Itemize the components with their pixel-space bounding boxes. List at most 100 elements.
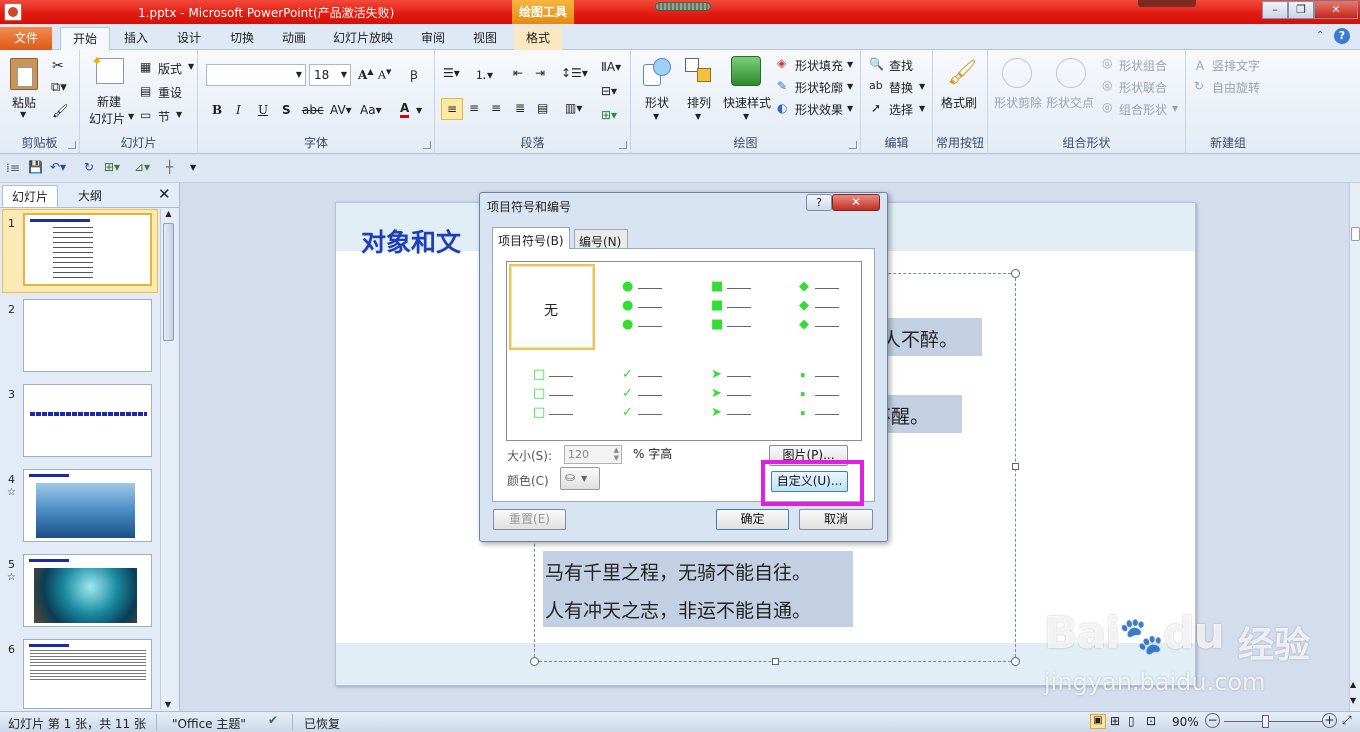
strikethrough-icon[interactable]: abc — [302, 103, 324, 117]
select-button[interactable]: 选择 — [889, 101, 913, 118]
bullet-option-hollow-square[interactable]: □ □ □ — [509, 352, 597, 440]
align-center-icon[interactable]: ≡ — [469, 101, 479, 115]
spellcheck-icon[interactable]: ✔ — [268, 713, 278, 727]
color-picker-button[interactable]: ⛀ ▼ — [560, 467, 600, 490]
section-button[interactable]: 节 — [158, 108, 170, 125]
zoom-out-icon[interactable]: − — [1205, 713, 1220, 728]
drawing-launcher-icon[interactable] — [849, 141, 857, 149]
dialog-help-button[interactable]: ? — [806, 194, 832, 211]
smartart-icon[interactable]: ⊞▾ — [601, 108, 617, 122]
slides-pane-scrollbar[interactable]: ▲ ▼ — [160, 209, 176, 709]
underline-icon[interactable]: U — [258, 103, 268, 117]
next-slide-icon[interactable]: ▼ — [1350, 696, 1356, 705]
paste-button[interactable]: 粘贴 — [12, 94, 36, 111]
tab-insert[interactable]: 插入 — [112, 27, 160, 50]
size-input[interactable]: 120 ▲ ▼ — [564, 445, 622, 464]
free-rotate-button[interactable]: 自由旋转 — [1212, 79, 1260, 96]
dialog-close-button[interactable]: ✕ — [832, 194, 880, 211]
paste-dropdown-icon[interactable]: ▼ — [20, 110, 26, 119]
intersect-shape-button[interactable]: 形状交点 — [1046, 94, 1094, 111]
resize-handle-b[interactable] — [772, 658, 779, 665]
tab-file[interactable]: 文件 — [0, 27, 52, 50]
fit-slide-icon[interactable]: ⤢ — [1342, 713, 1352, 728]
shape-fill-dropdown-icon[interactable]: ▼ — [847, 60, 853, 69]
resize-handle-r[interactable] — [1012, 463, 1019, 470]
qat-shape-icon[interactable]: ⊞▾ — [104, 160, 120, 174]
select-dropdown-icon[interactable]: ▼ — [919, 104, 925, 113]
tab-transitions[interactable]: 切换 — [218, 27, 266, 50]
format-copy-icon[interactable]: 🖌 — [52, 104, 69, 119]
slideshow-view-icon[interactable]: ⊡ — [1146, 714, 1156, 728]
new-slide-dropdown-icon[interactable]: ▼ — [128, 112, 134, 121]
scroll-up-icon[interactable]: ▲ — [161, 209, 176, 218]
cancel-button[interactable]: 取消 — [799, 509, 873, 530]
subtract-shape-button[interactable]: 形状剪除 — [994, 94, 1042, 111]
reading-view-icon[interactable]: ▯ — [1128, 714, 1135, 728]
increase-indent-icon[interactable]: ⇥ — [535, 66, 545, 80]
justify-icon[interactable]: ≣ — [515, 101, 525, 115]
shape-outline-button[interactable]: 形状轮廓 — [795, 79, 843, 96]
tab-view[interactable]: 视图 — [461, 27, 509, 50]
reset-button[interactable]: 重置(E) — [493, 509, 566, 530]
combine-shape-button[interactable]: 形状联合 — [1119, 79, 1167, 96]
layout-button[interactable]: 版式 — [158, 60, 182, 77]
tab-review[interactable]: 审阅 — [409, 27, 457, 50]
resize-handle-br[interactable] — [1011, 657, 1020, 666]
resize-handle-bl[interactable] — [530, 657, 539, 666]
minimize-button[interactable]: – — [1262, 1, 1288, 19]
vertical-text-button[interactable]: 竖排文字 — [1212, 57, 1260, 74]
shape-fill-button[interactable]: 形状填充 — [795, 57, 843, 74]
copy-icon[interactable]: ⧉▾ — [51, 80, 67, 95]
cut-icon[interactable]: ✂ — [52, 58, 64, 74]
arrange-button[interactable]: 排列 — [687, 94, 711, 111]
shape-effects-button[interactable]: 形状效果 — [795, 101, 843, 118]
text-direction-icon[interactable]: ⅡA▾ — [601, 60, 621, 74]
line-spacing-icon[interactable]: ↕☰▾ — [561, 66, 588, 80]
slide-thumbnail-3[interactable] — [23, 384, 152, 457]
columns-icon[interactable]: ▥▾ — [565, 101, 582, 115]
qat-align-icon[interactable]: ┼ — [166, 160, 173, 174]
tab-home[interactable]: 开始 — [60, 27, 111, 50]
bullet-option-small-dot[interactable]: · · · — [775, 352, 863, 440]
decrease-indent-icon[interactable]: ⇤ — [513, 66, 523, 80]
scroll-down-icon[interactable]: ▼ — [161, 700, 175, 709]
slide-thumbnail-2[interactable] — [23, 299, 152, 372]
close-button[interactable]: ✕ — [1314, 1, 1358, 19]
quick-styles-icon[interactable] — [731, 56, 761, 86]
qat-customize-icon[interactable]: ▼ — [190, 163, 196, 172]
undo-icon[interactable]: ↶▾ — [50, 160, 66, 174]
bullet-option-none[interactable]: 无 — [509, 264, 595, 350]
theme-status[interactable]: "Office 主题" — [172, 715, 246, 732]
slide-thumbnail-4[interactable] — [23, 469, 152, 542]
shapes-dropdown-icon[interactable]: ▼ — [653, 112, 659, 121]
quick-styles-button[interactable]: 快速样式 — [723, 94, 771, 111]
fragment-shape-button[interactable]: 组合形状 — [1119, 101, 1167, 118]
slide-title[interactable]: 对象和文 — [361, 223, 461, 259]
new-slide-icon[interactable]: ✦ — [91, 54, 124, 84]
format-painter-button[interactable]: 格式刷 — [941, 94, 977, 111]
ppt-app-icon[interactable] — [4, 3, 22, 21]
zoom-slider[interactable] — [1224, 721, 1322, 722]
bullet-option-diamond[interactable]: ◆ ◆ ◆ — [775, 264, 863, 352]
bold-icon[interactable]: B — [212, 103, 222, 117]
shapes-button[interactable]: 形状 — [645, 94, 669, 111]
zoom-slider-thumb[interactable] — [1262, 715, 1269, 728]
find-button[interactable]: 查找 — [889, 57, 913, 74]
qat-select-icon[interactable]: ⊿▾ — [134, 160, 150, 174]
align-right-icon[interactable]: ≡ — [491, 101, 501, 115]
paste-icon[interactable] — [10, 58, 38, 90]
font-color-icon[interactable]: A — [400, 101, 410, 118]
zoom-in-icon[interactable]: + — [1322, 713, 1337, 728]
tab-animations[interactable]: 动画 — [270, 27, 318, 50]
redo-icon[interactable]: ↻ — [84, 160, 94, 174]
font-size-input[interactable]: 18 ▼ — [309, 64, 351, 86]
distribute-icon[interactable]: ▤ — [537, 101, 548, 115]
dialog-tab-numbering[interactable]: 编号(N) — [574, 229, 628, 249]
ribbon-minimize-icon[interactable]: ⌃ — [1316, 30, 1324, 41]
align-left-icon[interactable]: ≡ — [441, 98, 463, 120]
help-icon[interactable]: ? — [1334, 28, 1350, 44]
text-line-1-tail[interactable]: 人不醉。 — [872, 318, 982, 356]
text-line-3[interactable]: 马有千里之程，无骑不能自往。 — [543, 551, 853, 589]
ok-button[interactable]: 确定 — [716, 509, 789, 530]
shape-outline-dropdown-icon[interactable]: ▼ — [847, 82, 853, 91]
